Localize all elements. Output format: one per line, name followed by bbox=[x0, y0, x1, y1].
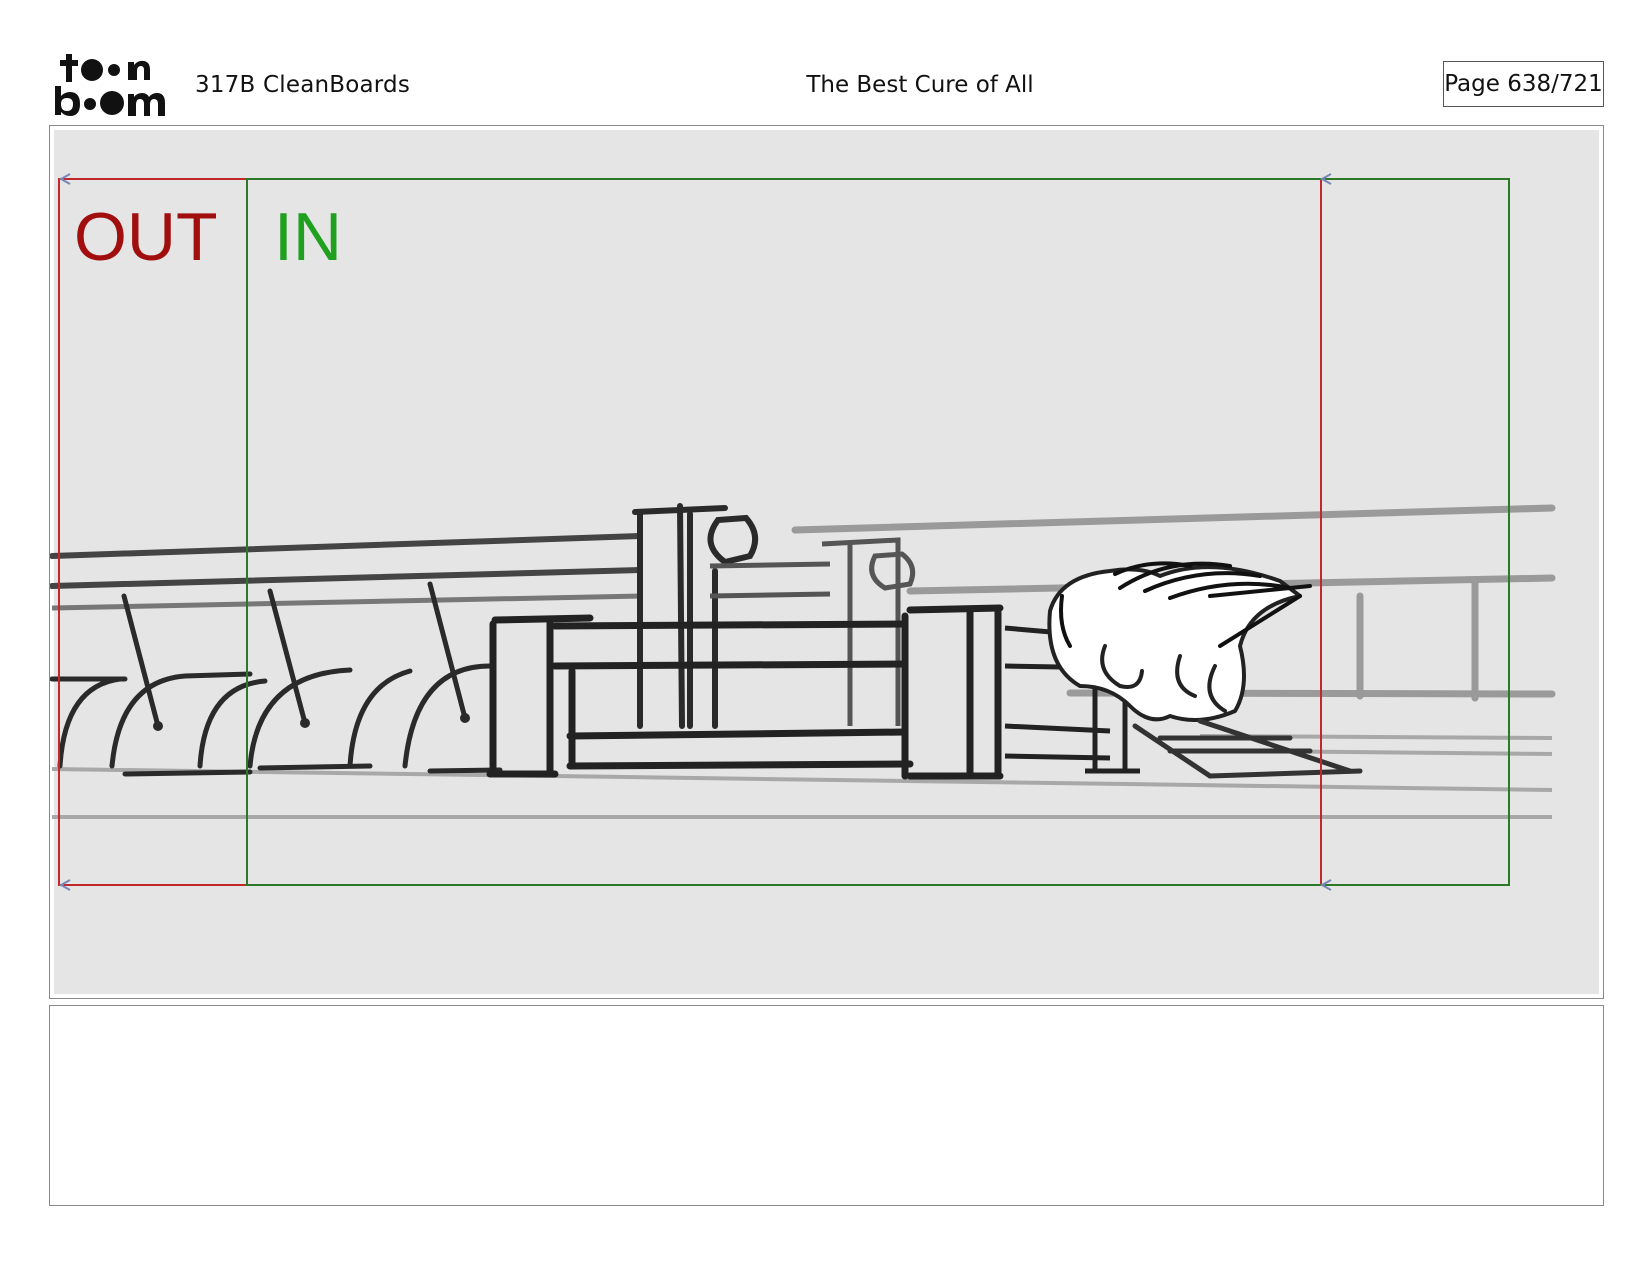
page-header: 317B CleanBoards The Best Cure of All Pa… bbox=[0, 0, 1650, 120]
episode-title: The Best Cure of All bbox=[806, 72, 1034, 98]
panel-notes-area bbox=[49, 1005, 1604, 1206]
out-frame-label: OUT bbox=[74, 199, 218, 275]
page-number: Page 638/721 bbox=[1443, 61, 1604, 107]
in-frame-label: IN bbox=[274, 199, 342, 275]
